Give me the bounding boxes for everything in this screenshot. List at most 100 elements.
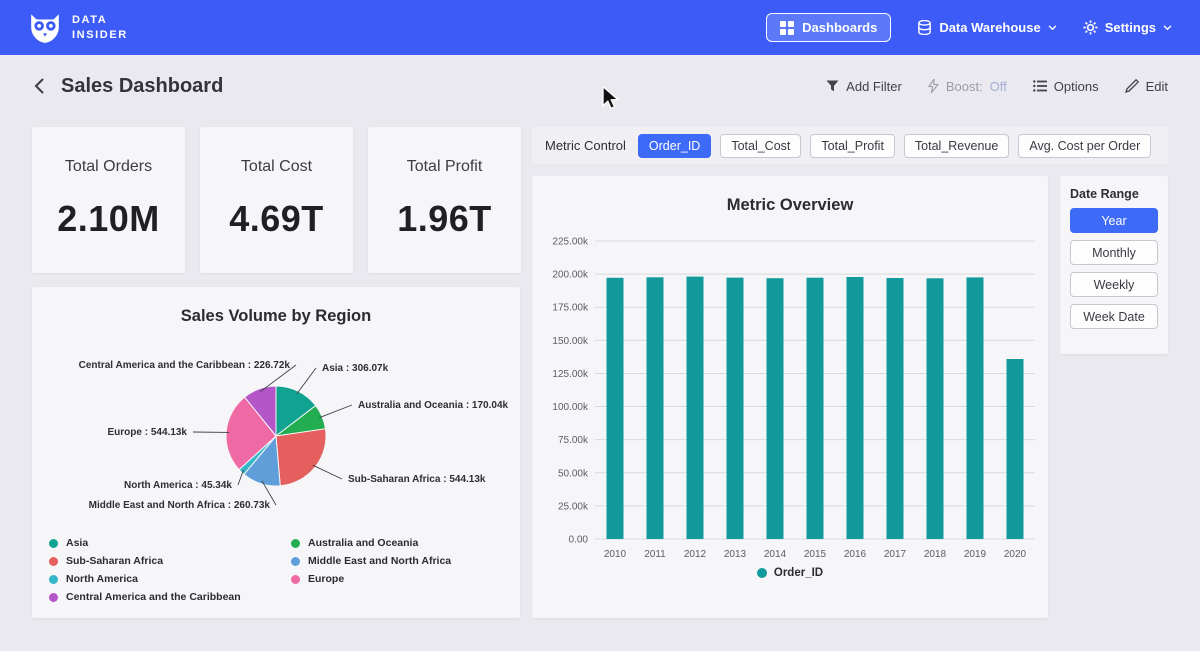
metric-button-total-profit[interactable]: Total_Profit [810,134,895,158]
legend-label: Central America and the Caribbean [66,591,241,603]
x-tick-label: 2016 [844,549,867,560]
pencil-icon [1125,79,1139,93]
boost-label: Boost: [946,79,983,94]
kpi-value: 1.96T [368,198,521,240]
y-tick-label: 50.00k [558,468,589,479]
legend-label: Order_ID [774,567,823,579]
metric-button-total-revenue[interactable]: Total_Revenue [904,134,1009,158]
bar-2019[interactable] [967,277,984,539]
y-tick-label: 25.00k [558,501,589,512]
bar-2020[interactable] [1007,359,1024,539]
y-tick-label: 100.00k [552,402,589,413]
bar-2015[interactable] [807,278,824,539]
kpi-label: Total Cost [200,158,353,176]
dashboard-grid-icon [780,21,794,35]
bar-chart-legend[interactable]: Order_ID [532,567,1048,579]
date-range-card: Date Range YearMonthlyWeeklyWeek Date [1060,176,1168,354]
bar-2010[interactable] [607,278,624,539]
legend-label: Middle East and North Africa [308,555,451,567]
chevron-down-icon [1163,25,1172,31]
header-actions: Add Filter Boost: Off Options [826,79,1168,94]
bar-2013[interactable] [727,278,744,539]
metric-overview-card: Metric Overview 0.00 25.00k 50.00k 75.00k 10… [532,176,1048,618]
x-tick-label: 2013 [724,549,747,560]
bar-2016[interactable] [847,277,864,539]
brand-text: DATA INSIDER [72,13,128,42]
pie-label-central-america-and-the-caribbean: Central America and the Caribbean : 226.… [79,360,291,371]
pie-slice-sub-saharan-africa[interactable] [276,429,326,486]
pie-legend-item-europe[interactable]: Europe [291,573,451,585]
y-tick-label: 0.00 [569,535,589,546]
edit-button[interactable]: Edit [1125,79,1168,94]
metric-button-avg-cost-per-order[interactable]: Avg. Cost per Order [1018,134,1151,158]
y-tick-label: 75.00k [558,435,589,446]
bar-2012[interactable] [687,277,704,539]
kpi-label: Total Profit [368,158,521,176]
legend-label: North America [66,573,138,585]
metric-button-order-id[interactable]: Order_ID [638,134,711,158]
back-button[interactable] [32,75,47,97]
sales-volume-card: Sales Volume by Region Asia : 306.07kAus… [32,287,520,618]
metric-button-total-cost[interactable]: Total_Cost [720,134,801,158]
legend-dot [757,568,767,578]
pie-legend-item-sub-saharan-africa[interactable]: Sub-Saharan Africa [49,555,291,567]
x-tick-label: 2018 [924,549,947,560]
kpi-value: 2.10M [32,198,185,240]
legend-dot [291,539,300,548]
x-tick-label: 2019 [964,549,987,560]
gear-icon [1083,20,1098,35]
dashboards-button[interactable]: Dashboards [766,13,891,42]
bar-2011[interactable] [647,277,664,539]
add-filter-button[interactable]: Add Filter [826,79,902,94]
pie-legend-item-north-america[interactable]: North America [49,573,291,585]
pie-legend-item-australia-and-oceania[interactable]: Australia and Oceania [291,537,451,549]
app-root: DATA INSIDER Dashboards D [0,0,1200,651]
pie-legend-item-asia[interactable]: Asia [49,537,291,549]
legend-label: Australia and Oceania [308,537,418,549]
legend-label: Asia [66,537,88,549]
legend-label: Europe [308,573,344,585]
date-button-weekly[interactable]: Weekly [1070,272,1158,297]
boost-state: Off [990,79,1007,94]
boost-toggle[interactable]: Boost: Off [928,79,1007,94]
legend-dot [291,557,300,566]
owl-logo-icon [28,12,62,44]
bar-chart: 0.00 25.00k 50.00k 75.00k 100.00k 125.00k 150.… [537,227,1043,565]
pie-leader-line [297,368,316,394]
bar-chart-title: Metric Overview [532,176,1048,215]
add-filter-label: Add Filter [846,79,902,94]
pie-label-asia: Asia : 306.07k [322,363,389,374]
date-button-year[interactable]: Year [1070,208,1158,233]
settings-menu[interactable]: Settings [1083,20,1172,35]
pie-chart: Asia : 306.07kAustralia and Oceania : 17… [32,328,520,533]
kpi-value: 4.69T [200,198,353,240]
options-button[interactable]: Options [1033,79,1099,94]
lightning-icon [928,79,939,93]
chevron-down-icon [1048,25,1057,31]
pie-legend-item-middle-east-and-north-africa[interactable]: Middle East and North Africa [291,555,451,567]
legend-dot [291,575,300,584]
date-button-monthly[interactable]: Monthly [1070,240,1158,265]
navbar-right: Dashboards Data Warehouse [766,13,1172,42]
list-icon [1033,80,1047,92]
y-tick-label: 150.00k [552,336,589,347]
bar-2014[interactable] [767,278,784,539]
bar-2017[interactable] [887,278,904,539]
y-tick-label: 125.00k [552,369,589,380]
brand-line1: DATA [72,13,128,27]
pie-legend-item-central-america-and-the-caribbean[interactable]: Central America and the Caribbean [49,591,291,603]
dashboards-label: Dashboards [802,20,877,35]
brand: DATA INSIDER [28,12,128,44]
data-warehouse-menu[interactable]: Data Warehouse [917,20,1056,35]
bar-2018[interactable] [927,278,944,539]
metric-control-label: Metric Control [545,138,626,153]
kpi-label: Total Orders [32,158,185,176]
kpi-row: Total Orders 2.10M Total Cost 4.69T Total Pr… [32,127,521,273]
edit-label: Edit [1146,79,1168,94]
legend-dot [49,593,58,602]
filter-funnel-icon [826,80,839,92]
date-button-week-date[interactable]: Week Date [1070,304,1158,329]
x-tick-label: 2011 [644,549,666,560]
page-title: Sales Dashboard [61,75,223,98]
data-warehouse-label: Data Warehouse [939,20,1040,35]
